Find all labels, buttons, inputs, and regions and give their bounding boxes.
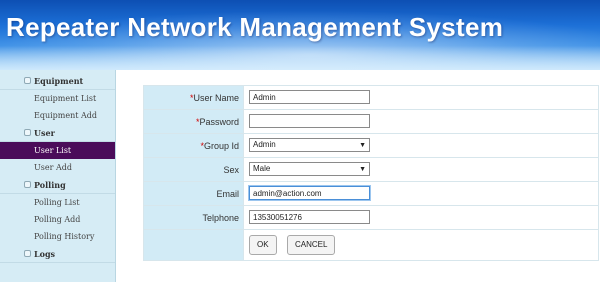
user-name-label-text: User Name — [193, 92, 239, 103]
sidebar-item-polling-add[interactable]: Polling Add — [0, 211, 115, 228]
user-form: *User Name *Password *Group Id Admin ▼ S… — [143, 85, 599, 261]
collapse-square-icon[interactable] — [24, 77, 31, 84]
sidebar-section-label: Logs — [34, 249, 56, 259]
sidebar-section-logs[interactable]: Logs — [0, 245, 115, 263]
app-title: Repeater Network Management System — [6, 12, 504, 42]
telphone-input[interactable] — [249, 210, 370, 225]
password-label: *Password — [143, 109, 244, 134]
form-row-password: *Password — [143, 109, 599, 134]
form-row-actions: OK CANCEL — [143, 229, 599, 261]
group-id-label-text: Group Id — [203, 140, 239, 151]
sidebar-item-equipment-add[interactable]: Equipment Add — [0, 107, 115, 124]
group-id-select[interactable]: Admin ▼ — [249, 138, 370, 153]
sex-label: Sex — [143, 157, 244, 182]
header-banner: Repeater Network Management System — [0, 0, 600, 70]
sidebar: Equipment Equipment List Equipment Add U… — [0, 70, 116, 282]
sidebar-item-user-add[interactable]: User Add — [0, 159, 115, 176]
email-label: Email — [143, 181, 244, 206]
form-row-user-name: *User Name — [143, 85, 599, 110]
chevron-down-icon[interactable]: ▼ — [359, 140, 366, 152]
sidebar-item-user-list[interactable]: User List — [0, 142, 115, 159]
form-row-email: Email — [143, 181, 599, 206]
sidebar-section-equipment[interactable]: Equipment — [0, 72, 115, 90]
user-form-panel: *User Name *Password *Group Id Admin ▼ S… — [143, 85, 599, 261]
chevron-down-icon[interactable]: ▼ — [359, 164, 366, 176]
sidebar-section-label: Equipment — [34, 76, 84, 86]
cancel-button[interactable]: CANCEL — [287, 235, 336, 255]
sex-selected-value: Male — [253, 164, 271, 174]
email-input[interactable] — [249, 186, 370, 201]
collapse-square-icon[interactable] — [24, 181, 31, 188]
sidebar-section-user[interactable]: User — [0, 124, 115, 142]
collapse-square-icon[interactable] — [24, 250, 31, 257]
sidebar-section-polling[interactable]: Polling — [0, 176, 115, 194]
collapse-square-icon[interactable] — [24, 129, 31, 136]
sidebar-item-polling-history[interactable]: Polling History — [0, 228, 115, 245]
sex-select[interactable]: Male ▼ — [249, 162, 370, 177]
actions-label-cell — [143, 229, 244, 261]
user-name-input[interactable] — [249, 90, 370, 105]
telphone-label: Telphone — [143, 205, 244, 230]
sidebar-item-polling-list[interactable]: Polling List — [0, 194, 115, 211]
password-label-text: Password — [199, 116, 239, 127]
ok-button[interactable]: OK — [249, 235, 277, 255]
group-id-selected-value: Admin — [253, 140, 276, 150]
password-input[interactable] — [249, 114, 370, 129]
group-id-label: *Group Id — [143, 133, 244, 158]
user-name-label: *User Name — [143, 85, 244, 110]
form-row-sex: Sex Male ▼ — [143, 157, 599, 182]
form-row-telphone: Telphone — [143, 205, 599, 230]
sidebar-section-label: User — [34, 128, 55, 138]
sidebar-section-label: Polling — [34, 180, 66, 190]
form-row-group-id: *Group Id Admin ▼ — [143, 133, 599, 158]
sidebar-item-equipment-list[interactable]: Equipment List — [0, 90, 115, 107]
